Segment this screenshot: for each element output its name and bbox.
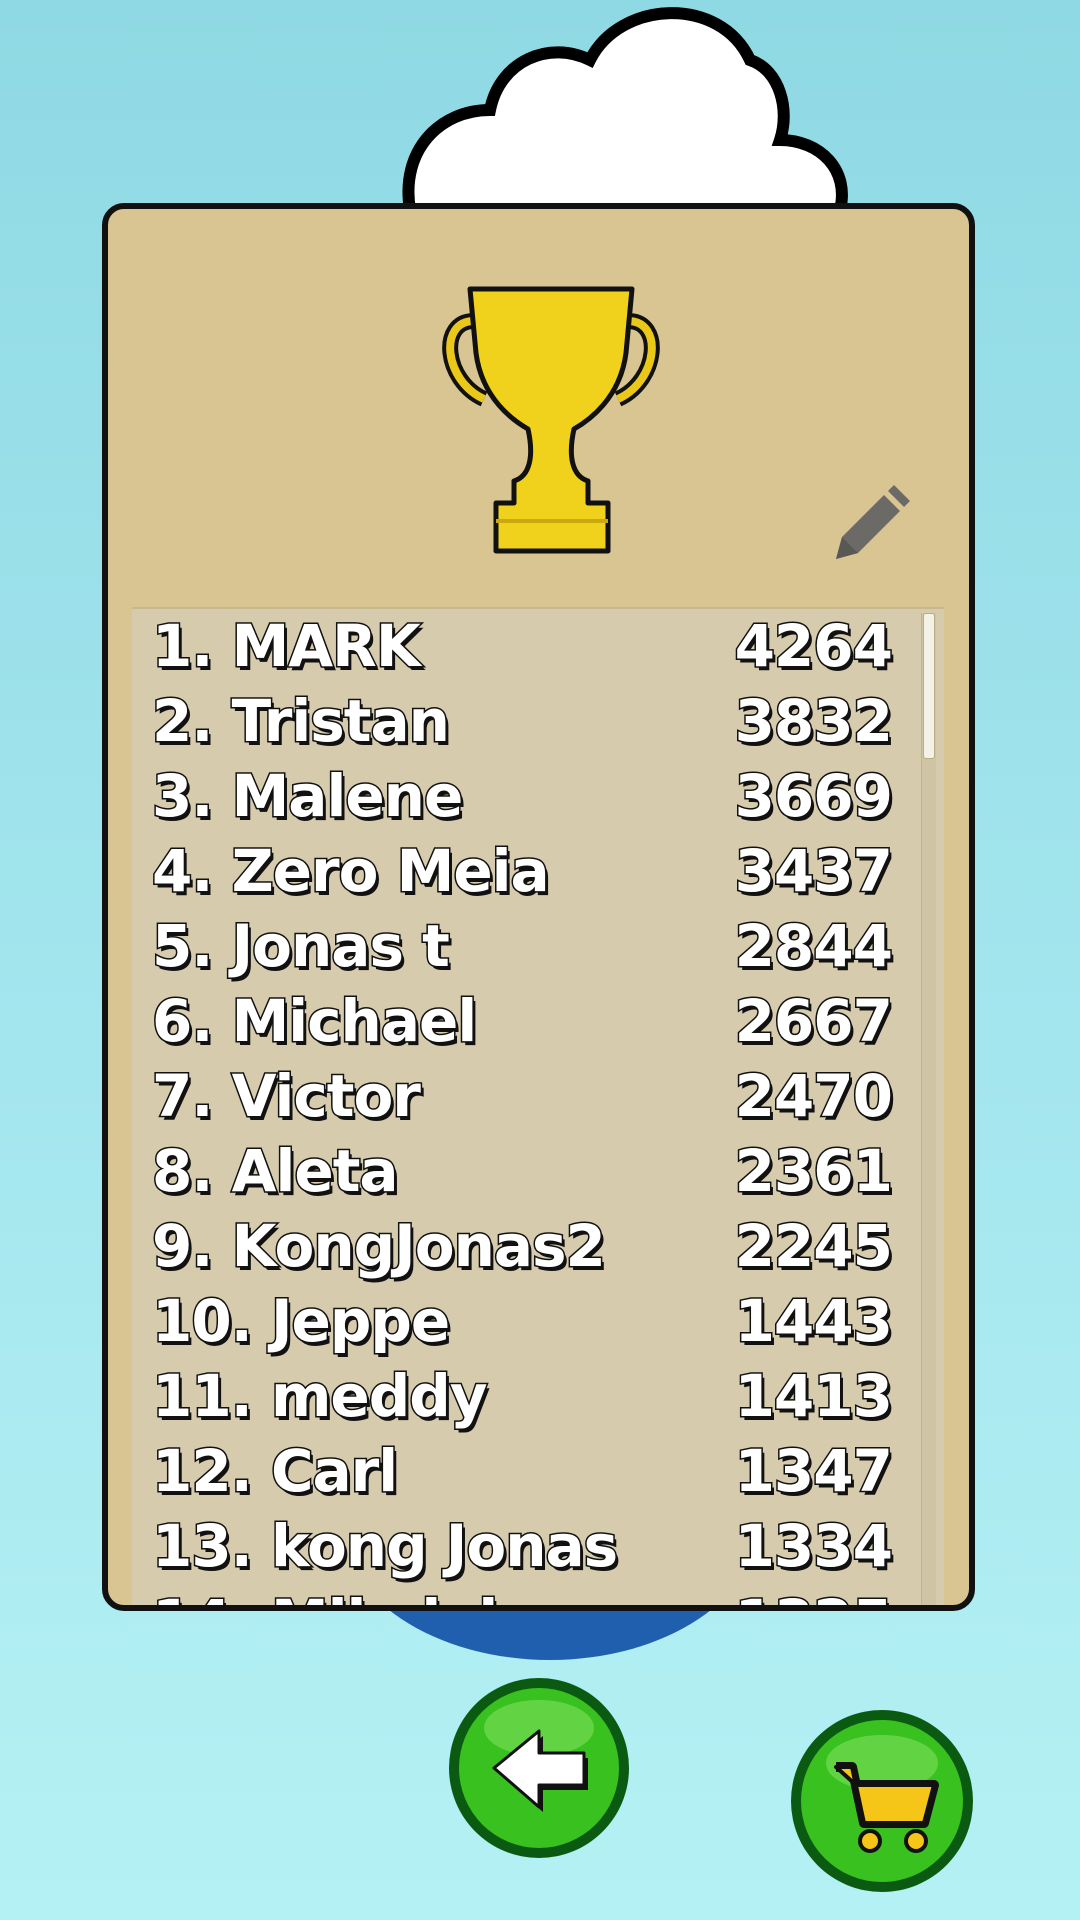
cloud-decoration — [402, 7, 848, 216]
player-score: 2245 — [733, 1211, 894, 1282]
scrollbar[interactable] — [921, 613, 936, 1605]
list-item: 14. Mikolaj 1325 — [132, 1584, 912, 1606]
list-item: 1. MARK 4264 — [132, 609, 912, 684]
player-score: 2844 — [733, 911, 894, 982]
player-score: 4264 — [733, 611, 894, 682]
player-score: 3832 — [733, 686, 894, 757]
player-score: 2470 — [733, 1061, 894, 1132]
list-item: 6. Michael 2667 — [132, 984, 912, 1059]
player-score: 2361 — [733, 1136, 894, 1207]
list-item: 2. Tristan 3832 — [132, 684, 912, 759]
player-name: 3. Malene — [150, 761, 464, 832]
list-item: 12. Carl 1347 — [132, 1434, 912, 1509]
list-item: 3. Malene 3669 — [132, 759, 912, 834]
player-name: 5. Jonas t — [151, 911, 452, 982]
player-score: 1347 — [733, 1436, 894, 1507]
list-item: 4. Zero Meia 3437 — [132, 834, 912, 909]
list-item: 9. KongJonas2 2245 — [132, 1209, 912, 1284]
list-item: 5. Jonas t 2844 — [132, 909, 912, 984]
player-score: 2667 — [733, 986, 894, 1057]
player-name: 10. Jeppe — [150, 1286, 451, 1357]
player-score: 1325 — [733, 1584, 894, 1606]
scrollbar-thumb[interactable] — [923, 613, 935, 759]
player-score: 3437 — [733, 836, 894, 907]
player-score: 1413 — [733, 1361, 894, 1432]
pencil-icon[interactable] — [818, 479, 914, 575]
back-button[interactable] — [444, 1673, 634, 1863]
list-item: 11. meddy 1413 — [132, 1359, 912, 1434]
player-name: 7. Victor — [151, 1061, 423, 1132]
player-name: 2. Tristan — [151, 686, 452, 757]
player-score: 1443 — [733, 1286, 894, 1357]
player-name: 9. KongJonas2 — [151, 1211, 608, 1282]
list-item: 13. kong Jonas 1334 — [132, 1509, 912, 1584]
list-item: 8. Aleta 2361 — [132, 1134, 912, 1209]
player-name: 14. Mikolaj — [150, 1584, 499, 1606]
trophy-icon — [442, 286, 660, 554]
list-item: 7. Victor 2470 — [132, 1059, 912, 1134]
player-score: 1334 — [733, 1511, 894, 1582]
leaderboard-panel: 1. MARK 4264 2. Tristan 3832 3. Malene 3… — [102, 203, 975, 1611]
player-name: 4. Zero Meia — [151, 836, 552, 907]
player-name: 11. meddy — [151, 1361, 490, 1432]
player-name: 13. kong Jonas — [150, 1511, 619, 1582]
player-name: 8. Aleta — [151, 1136, 401, 1207]
shop-button[interactable] — [786, 1705, 978, 1897]
player-name: 6. Michael — [150, 986, 478, 1057]
list-item: 10. Jeppe 1443 — [132, 1284, 912, 1359]
player-name: 12. Carl — [150, 1436, 399, 1507]
player-score: 3669 — [733, 761, 894, 832]
leaderboard-list[interactable]: 1. MARK 4264 2. Tristan 3832 3. Malene 3… — [132, 607, 944, 1606]
player-name: 1. MARK — [151, 611, 423, 682]
